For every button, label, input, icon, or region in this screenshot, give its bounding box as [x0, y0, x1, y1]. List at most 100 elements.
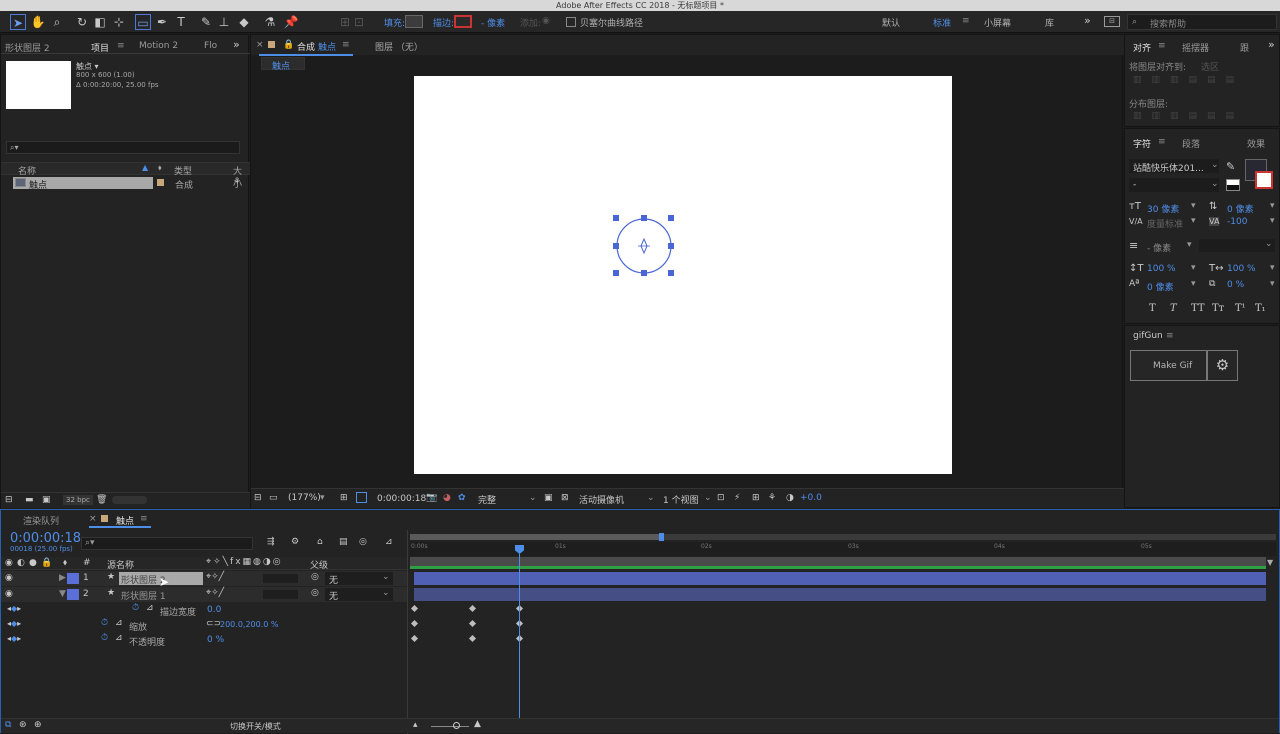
layer-viewer-tab[interactable]: 图层 （无） — [375, 40, 423, 53]
help-search-input[interactable]: ⌕ 搜索帮助 — [1127, 14, 1277, 30]
brush-tool-icon[interactable]: ✎ — [198, 14, 214, 30]
region-of-interest-icon[interactable]: ▣ — [544, 493, 553, 503]
safe-zones-icon[interactable]: ⊞ — [340, 493, 348, 503]
stroke-color-swatch[interactable] — [1255, 171, 1273, 189]
character-menu-icon[interactable]: ≡ — [1158, 137, 1166, 147]
distribute-buttons-row[interactable]: ▥▥▥▤▤▤ — [1133, 111, 1273, 123]
comp-navigator-tab[interactable]: 触点 — [261, 57, 305, 72]
comp-tab-name[interactable]: 触点 — [318, 40, 336, 53]
tab-render-queue[interactable]: 渲染队列 — [23, 514, 59, 527]
font-size-chevron-icon[interactable]: ▾ — [1191, 201, 1196, 211]
switches-header-icons[interactable]: ⌖✧╲fx▦◍◑◎ — [206, 557, 283, 567]
column-name[interactable]: 名称 — [18, 164, 36, 177]
faux-italic-button[interactable]: T — [1170, 303, 1177, 314]
sync-settings-icon[interactable]: ⊟ — [1104, 16, 1120, 27]
stroke-width-unit[interactable]: - 像素 — [481, 16, 505, 29]
collapse-layer-icon[interactable]: ▼ — [59, 589, 66, 599]
draft-3d-icon[interactable]: ⚙ — [291, 537, 299, 547]
label-header-icon[interactable]: ⬧ — [63, 558, 67, 568]
show-snapshot-icon[interactable]: ◕ — [443, 493, 451, 503]
stopwatch-icon[interactable]: ⏱ — [132, 603, 139, 613]
workspace-library[interactable]: 库 — [1045, 16, 1054, 29]
solo-header-icon[interactable]: ● — [29, 558, 37, 568]
toggle-switches-modes[interactable]: 切换开关/模式 — [230, 721, 281, 732]
current-time-display[interactable]: 0:00:00:18 — [10, 531, 81, 546]
column-type[interactable]: 类型 — [174, 164, 192, 177]
workspace-default[interactable]: 默认 — [882, 16, 900, 29]
vertical-scale-value[interactable]: 100 % — [1147, 264, 1176, 274]
zoom-slider-track[interactable] — [431, 726, 469, 727]
keyframe-nav-icons[interactable]: ◂◆▸ — [7, 634, 21, 643]
workspace-small-screen[interactable]: 小屏幕 — [984, 16, 1011, 29]
panel-overflow-icon[interactable]: » — [233, 38, 240, 51]
layer-row-1[interactable]: ◉ ▶ 1 ★ 形状图层 2 ➤ ⌖✧╱ ◎ 无 ⌄ — [1, 571, 407, 589]
small-caps-button[interactable]: Tт — [1212, 303, 1224, 314]
fast-previews-icon[interactable]: ⚡ — [734, 493, 740, 503]
rectangle-tool-icon[interactable]: ▭ — [135, 14, 151, 30]
parent-pickwhip-icon[interactable]: ◎ — [311, 588, 319, 598]
mask-snap-icon[interactable]: ⊡ — [351, 14, 367, 30]
superscript-button[interactable]: T¹ — [1235, 303, 1246, 314]
baseline-shift-value[interactable]: 0 像素 — [1147, 280, 1174, 293]
subscript-button[interactable]: T₁ — [1255, 303, 1266, 314]
property-row-stroke-width[interactable]: ◂◆▸ ⏱ ⊿ 描边宽度 0.0 — [1, 603, 407, 618]
layer-label-swatch[interactable] — [67, 589, 79, 600]
swap-colors-swatch[interactable] — [1226, 179, 1240, 191]
flowchart-view-icon[interactable]: ⚘ — [768, 493, 776, 503]
current-time-indicator[interactable] — [519, 550, 520, 720]
keyframe[interactable] — [468, 619, 477, 628]
interpret-footage-icon[interactable]: ⊟ — [5, 495, 13, 505]
kerning-chevron-icon[interactable]: ▾ — [1191, 216, 1196, 226]
tracking-chevron-icon[interactable]: ▾ — [1270, 216, 1275, 226]
layer-switches-icons[interactable]: ⌖✧╱ — [206, 588, 224, 598]
roto-brush-tool-icon[interactable]: ⚗ — [262, 14, 278, 30]
views-chevron-icon[interactable]: ⌄ — [704, 493, 712, 503]
constrain-proportions-icon[interactable]: ⊂⊃ — [206, 619, 221, 629]
bezier-checkbox[interactable] — [566, 17, 576, 27]
layer-mode-switches[interactable] — [263, 590, 298, 599]
tab-character[interactable]: 字符 — [1133, 137, 1151, 150]
zoom-in-icon[interactable]: ▲ — [474, 719, 481, 729]
flowchart-icon[interactable]: ⚘ — [233, 177, 241, 187]
workspace-overflow-icon[interactable]: » — [1084, 14, 1091, 27]
transparency-grid-icon[interactable]: ⊠ — [561, 493, 569, 503]
stroke-width-chevron-icon[interactable]: ▾ — [1187, 240, 1192, 250]
tab-motion-2[interactable]: Motion 2 — [139, 41, 178, 51]
stroke-width-value[interactable]: - 像素 — [1147, 241, 1171, 254]
layer-bar-2[interactable] — [414, 588, 1266, 601]
audio-header-icon[interactable]: ◐ — [17, 558, 25, 568]
hscale-chevron-icon[interactable]: ▾ — [1270, 263, 1275, 273]
shy-icon[interactable]: ⌂ — [317, 537, 323, 547]
timeline-search-input[interactable]: ⌕▾ — [81, 537, 253, 550]
kerning-value[interactable]: 度量标准 — [1147, 217, 1183, 230]
camera-tool-icon[interactable]: ◧ — [92, 14, 108, 30]
gifgun-menu-icon[interactable]: ≡ — [1166, 331, 1174, 341]
comp-timecode[interactable]: 0:00:00:18 — [377, 494, 426, 504]
timeline-navigator[interactable] — [410, 533, 1276, 541]
layer-visibility-icon[interactable]: ◉ — [5, 573, 13, 583]
graph-icon[interactable]: ⊿ — [115, 633, 123, 643]
tab-flow[interactable]: Flo — [204, 41, 217, 51]
in-out-toggle-icon[interactable]: ⊕ — [34, 720, 42, 730]
parent-pickwhip-icon[interactable]: ◎ — [311, 572, 319, 582]
make-gif-button[interactable]: Make Gif — [1130, 350, 1207, 381]
new-folder-icon[interactable]: ▬ — [25, 495, 34, 505]
align-overflow-icon[interactable]: » — [1268, 38, 1275, 51]
puppet-pin-tool-icon[interactable]: 📌 — [283, 14, 299, 30]
clone-stamp-tool-icon[interactable]: ⊥ — [216, 14, 232, 30]
mask-visibility-icon[interactable] — [356, 492, 367, 503]
keyframe[interactable] — [410, 634, 419, 643]
magnification-dropdown[interactable]: (177%) — [288, 493, 321, 503]
layer-label-swatch[interactable] — [67, 573, 79, 584]
keyframe[interactable] — [468, 634, 477, 643]
gifgun-settings-icon[interactable]: ⚙ — [1207, 350, 1238, 381]
type-tool-icon[interactable]: T — [173, 14, 189, 30]
expand-layer-icon[interactable]: ▶ — [59, 573, 66, 583]
workspace-standard[interactable]: 标准 — [933, 16, 951, 29]
property-value[interactable]: 0.0 — [207, 605, 221, 615]
project-menu-icon[interactable]: ≡ — [117, 41, 125, 51]
comp-canvas[interactable] — [414, 76, 952, 474]
font-style-dropdown[interactable]: - ⌄ — [1129, 178, 1219, 192]
layer-bar-1[interactable] — [414, 572, 1266, 585]
camera-chevron-icon[interactable]: ⌄ — [647, 493, 655, 503]
